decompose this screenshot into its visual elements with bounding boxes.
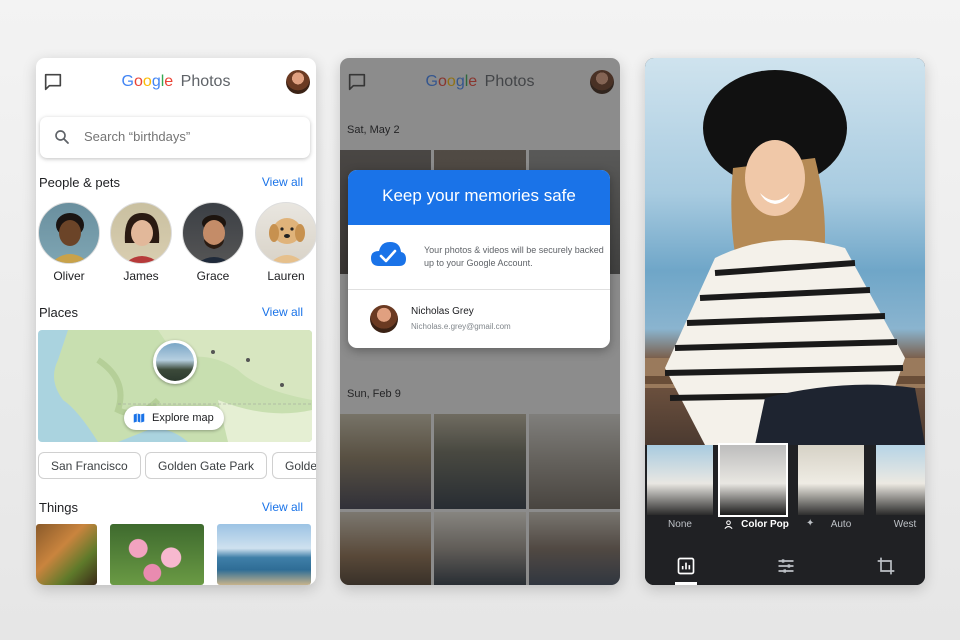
divider bbox=[348, 289, 610, 290]
person-name: Lauren bbox=[267, 269, 305, 283]
filter-label-west[interactable]: West bbox=[870, 519, 925, 530]
person-avatar bbox=[182, 202, 244, 264]
search-icon bbox=[55, 130, 69, 144]
app-header: Google Photos bbox=[36, 58, 316, 108]
place-chip-golden-gate-park[interactable]: Golden Gate Park bbox=[145, 452, 268, 479]
google-wordmark: Google bbox=[121, 73, 174, 90]
backup-dialog: Keep your memories safe Your photos & vi… bbox=[348, 170, 610, 348]
backup-prompt-screen: Google Photos Sat, May 2 Sun, Feb 9 Keep… bbox=[340, 58, 620, 585]
person-oliver[interactable]: Oliver bbox=[37, 202, 101, 283]
person-lauren[interactable]: Lauren bbox=[254, 202, 316, 283]
sparkle-icon: ✦ bbox=[806, 518, 815, 529]
person-avatar bbox=[110, 202, 172, 264]
search-bar[interactable]: Search “birthdays” bbox=[40, 117, 310, 158]
account-avatar[interactable] bbox=[286, 70, 310, 94]
explore-map-label: Explore map bbox=[152, 412, 214, 424]
filter-label-auto-text: Auto bbox=[830, 519, 852, 530]
filter-thumbnail-color-pop[interactable] bbox=[718, 443, 788, 517]
adjust-icon[interactable] bbox=[776, 556, 796, 576]
filter-thumbnail-west[interactable] bbox=[876, 445, 925, 515]
places-map[interactable]: Explore map bbox=[38, 330, 312, 442]
things-section-title: Things bbox=[39, 500, 79, 515]
app-logo: Google Photos bbox=[36, 73, 316, 91]
person-avatar bbox=[38, 202, 100, 264]
places-view-all-link[interactable]: View all bbox=[262, 305, 303, 319]
crop-rotate-icon[interactable] bbox=[876, 556, 896, 576]
photo-editor-screen: None Color Pop ✦ Auto West bbox=[645, 58, 925, 585]
filter-label-color-pop[interactable]: Color Pop bbox=[723, 519, 793, 530]
account-email: Nicholas.e.grey@gmail.com bbox=[411, 322, 511, 331]
account-name: Nicholas Grey bbox=[411, 306, 474, 317]
map-icon bbox=[133, 413, 145, 423]
filter-label-color-pop-text: Color Pop bbox=[741, 519, 789, 530]
active-tab-indicator bbox=[675, 582, 697, 585]
filter-panel: None Color Pop ✦ Auto West bbox=[645, 443, 925, 585]
pet-avatar bbox=[255, 202, 316, 264]
filter-label-none[interactable]: None bbox=[645, 519, 715, 530]
people-view-all-link[interactable]: View all bbox=[262, 175, 303, 189]
thing-beach-thumbnail[interactable] bbox=[217, 524, 311, 585]
filter-label-auto[interactable]: ✦ Auto bbox=[800, 518, 870, 530]
person-james[interactable]: James bbox=[109, 202, 173, 283]
place-chip-san-francisco[interactable]: San Francisco bbox=[38, 452, 141, 479]
places-section-title: Places bbox=[39, 305, 79, 320]
dialog-title: Keep your memories safe bbox=[348, 170, 610, 225]
cloud-check-icon bbox=[371, 242, 406, 266]
explore-map-button[interactable]: Explore map bbox=[124, 406, 224, 430]
filter-thumbnail-auto[interactable] bbox=[798, 445, 864, 515]
filter-thumbnail-none[interactable] bbox=[647, 445, 713, 515]
photos-wordmark: Photos bbox=[180, 73, 231, 90]
person-icon bbox=[724, 520, 733, 529]
search-placeholder: Search “birthdays” bbox=[84, 129, 191, 144]
thing-food-thumbnail[interactable] bbox=[36, 524, 97, 585]
edited-photo bbox=[645, 58, 925, 445]
person-name: Oliver bbox=[53, 269, 85, 283]
people-section-title: People & pets bbox=[39, 175, 120, 190]
place-chip-golden[interactable]: Golden bbox=[272, 452, 316, 479]
thing-flowers-thumbnail[interactable] bbox=[110, 524, 204, 585]
dialog-message: Your photos & videos will be securely ba… bbox=[424, 245, 604, 268]
map-photo-pin[interactable] bbox=[153, 340, 197, 384]
portrait-illustration bbox=[645, 70, 925, 445]
person-grace[interactable]: Grace bbox=[181, 202, 245, 283]
filters-icon[interactable] bbox=[676, 556, 696, 576]
user-avatar bbox=[370, 305, 398, 333]
photos-home-screen: Google Photos Search “birthdays” People … bbox=[36, 58, 316, 585]
person-name: Grace bbox=[196, 269, 230, 283]
things-view-all-link[interactable]: View all bbox=[262, 500, 303, 514]
person-name: James bbox=[123, 269, 159, 283]
